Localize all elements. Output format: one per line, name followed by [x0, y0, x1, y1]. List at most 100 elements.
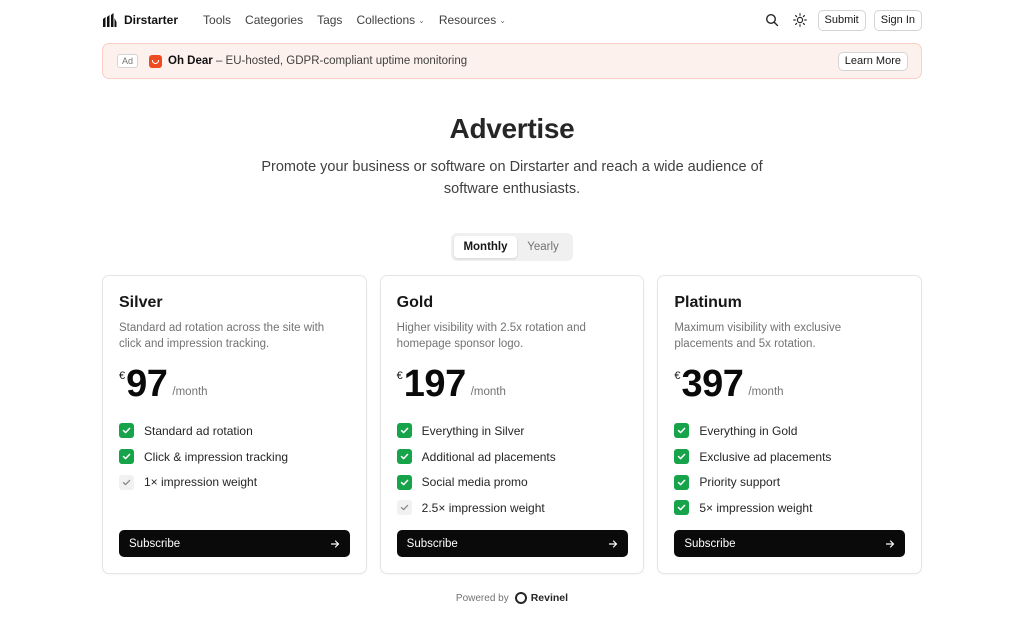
feature-item: Standard ad rotation	[119, 418, 288, 444]
feature-text: 1× impression weight	[144, 475, 258, 490]
arrow-right-icon	[886, 539, 895, 548]
plan-description: Maximum visibility with exclusive placem…	[674, 322, 842, 350]
feature-item: Everything in Gold	[674, 418, 831, 444]
ad-sponsor-name: Oh Dear	[168, 55, 213, 67]
feature-text: Everything in Gold	[699, 423, 798, 438]
subscribe-label: Subscribe	[684, 537, 736, 550]
page-subtitle: Promote your business or software on Dir…	[261, 159, 763, 197]
feature-item: Click & impression tracking	[119, 444, 288, 470]
ad-text: Oh Dear – EU-hosted, GDPR-compliant upti…	[168, 55, 467, 67]
plan-card-platinum: Platinum Maximum visibility with exclusi…	[657, 275, 923, 574]
nav-label: Categories	[245, 13, 304, 27]
subscribe-label: Subscribe	[129, 537, 181, 550]
nav-item-tools[interactable]: Tools	[203, 13, 231, 27]
currency-symbol: €	[396, 370, 403, 382]
powered-by: Powered by Revinel	[0, 592, 1024, 604]
feature-text: Priority support	[699, 475, 781, 490]
currency-symbol: €	[674, 370, 681, 382]
price-period: /month	[748, 386, 784, 398]
feature-text: Everything in Silver	[421, 423, 525, 438]
price-amount: 197	[403, 363, 466, 405]
currency-symbol: €	[119, 370, 126, 382]
feature-item: Additional ad placements	[396, 444, 556, 470]
nav-actions: Submit Sign In	[762, 9, 922, 31]
subscribe-button[interactable]: Subscribe	[396, 530, 628, 557]
ad-tagline: – EU-hosted, GDPR-compliant uptime monit…	[212, 55, 468, 67]
brand-name: Dirstarter	[124, 13, 179, 27]
feature-text: Standard ad rotation	[144, 423, 253, 438]
subscribe-label: Subscribe	[406, 537, 458, 550]
nav-label: Tags	[317, 13, 343, 27]
plan-price: € 397 /month	[674, 364, 783, 404]
nav-label: Tools	[203, 13, 232, 27]
feature-item: Priority support	[674, 469, 831, 495]
search-button[interactable]	[762, 10, 782, 30]
sign-in-button[interactable]: Sign In	[873, 9, 922, 31]
search-icon	[765, 13, 778, 27]
feature-item: 1× impression weight	[119, 469, 288, 495]
pricing-cards: Silver Standard ad rotation across the s…	[102, 275, 923, 574]
price-period: /month	[172, 386, 208, 398]
feature-text: Click & impression tracking	[144, 449, 289, 464]
price-period: /month	[470, 386, 506, 398]
ad-badge: Ad	[117, 54, 139, 68]
plan-description: Higher visibility with 2.5x rotation and…	[396, 322, 586, 350]
feature-text: Social media promo	[421, 475, 528, 490]
feature-item: Social media promo	[396, 469, 556, 495]
check-icon	[119, 423, 134, 439]
arrow-right-icon	[608, 539, 617, 548]
check-icon	[119, 474, 134, 490]
billing-period-toggle: Monthly Yearly	[451, 233, 573, 261]
nav-item-resources[interactable]: Resources ⌄	[439, 13, 506, 27]
check-icon	[674, 500, 690, 516]
price-amount: 97	[126, 363, 168, 405]
plan-description: Standard ad rotation across the site wit…	[119, 322, 325, 350]
dirstarter-logo-icon	[103, 13, 117, 27]
plan-card-silver: Silver Standard ad rotation across the s…	[102, 275, 367, 574]
feature-list: Everything in Gold Exclusive ad placemen…	[674, 418, 831, 521]
theme-toggle-button[interactable]	[790, 10, 810, 30]
feature-item: 5× impression weight	[674, 495, 831, 521]
check-icon	[119, 449, 134, 465]
feature-item: Everything in Silver	[396, 418, 556, 444]
plan-price: € 197 /month	[397, 364, 506, 404]
feature-item: 2.5× impression weight	[396, 495, 556, 521]
feature-text: Additional ad placements	[421, 449, 556, 464]
check-icon	[674, 423, 690, 439]
feature-text: 5× impression weight	[699, 500, 813, 515]
learn-more-button[interactable]: Learn More	[837, 51, 908, 71]
plan-name: Platinum	[674, 294, 742, 311]
subscribe-button[interactable]: Subscribe	[119, 530, 350, 557]
top-nav: Dirstarter Tools Categories Tags Collect…	[102, 8, 922, 32]
theme-sun-icon	[792, 13, 807, 27]
revinel-logo-icon	[514, 592, 527, 604]
powered-by-label: Powered by	[455, 592, 509, 604]
arrow-right-icon	[330, 539, 340, 548]
plan-name: Gold	[396, 294, 434, 311]
brand-logo[interactable]: Dirstarter	[102, 13, 178, 27]
plan-name: Silver	[119, 294, 163, 311]
subscribe-button[interactable]: Subscribe	[674, 530, 906, 557]
feature-text: Exclusive ad placements	[699, 449, 832, 464]
nav-item-tags[interactable]: Tags	[317, 13, 342, 27]
check-icon	[674, 474, 690, 490]
nav-links: Tools Categories Tags Collections ⌄ Resou…	[203, 13, 520, 27]
nav-item-collections[interactable]: Collections ⌄	[356, 13, 424, 27]
billing-option-monthly[interactable]: Monthly	[454, 236, 517, 258]
check-icon	[396, 500, 412, 516]
nav-label: Collections	[356, 13, 416, 27]
oh-dear-logo-icon	[149, 54, 163, 68]
feature-list: Standard ad rotation Click & impression …	[119, 418, 288, 495]
submit-button[interactable]: Submit	[817, 9, 866, 31]
revinel-link[interactable]: Revinel	[514, 592, 569, 604]
check-icon	[396, 474, 412, 490]
check-icon	[674, 449, 690, 465]
feature-list: Everything in Silver Additional ad place…	[396, 418, 556, 521]
feature-text: 2.5× impression weight	[421, 500, 545, 515]
page-title: Advertise	[449, 113, 575, 144]
revinel-name: Revinel	[530, 592, 569, 604]
billing-option-yearly[interactable]: Yearly	[517, 236, 569, 258]
ad-banner[interactable]: Ad Oh Dear – EU-hosted, GDPR-compliant u…	[102, 43, 922, 79]
nav-item-categories[interactable]: Categories	[245, 13, 303, 27]
nav-label: Resources	[438, 13, 497, 27]
